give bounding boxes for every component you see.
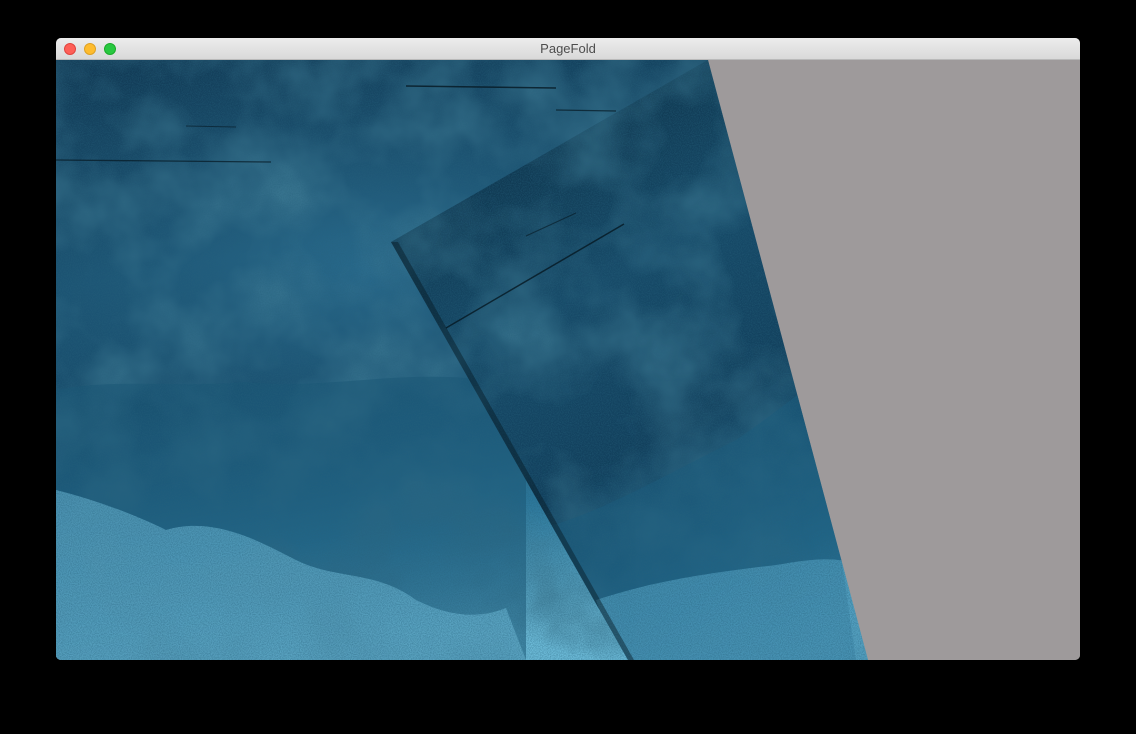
page-fold-canvas[interactable] [56, 60, 1080, 660]
page-fold-graphic [56, 60, 868, 660]
app-window: PageFold [56, 38, 1080, 660]
window-title: PageFold [540, 41, 596, 56]
title-bar[interactable]: PageFold [56, 38, 1080, 60]
